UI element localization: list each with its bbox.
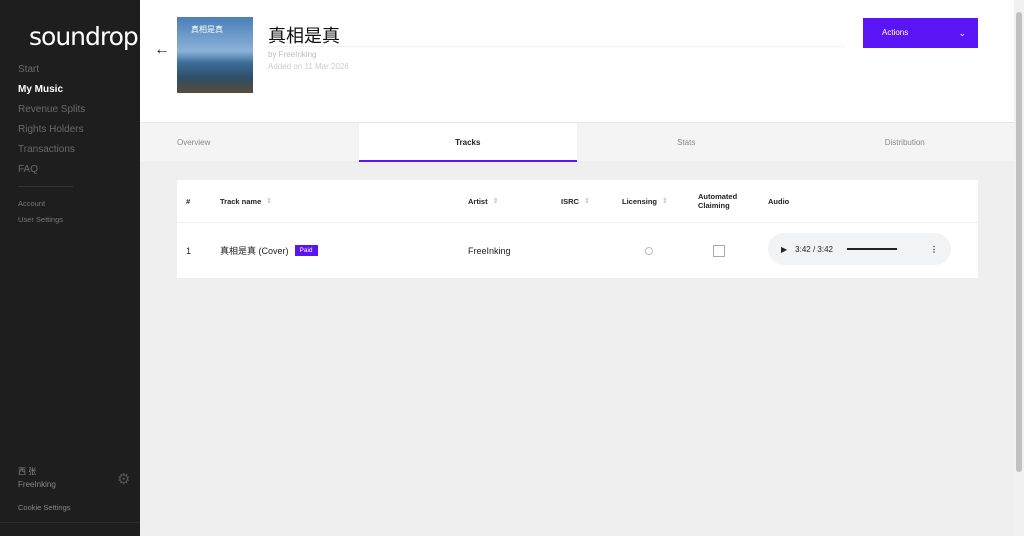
scrollbar[interactable]: [1014, 0, 1024, 536]
tab-tracks[interactable]: Tracks: [358, 123, 577, 162]
tab-overview[interactable]: Overview: [140, 123, 359, 162]
header-label: Licensing: [622, 196, 658, 206]
sort-icon: ⇕: [583, 198, 590, 205]
divider: [18, 186, 73, 187]
sort-icon: ⇕: [266, 198, 273, 205]
status-badge: Paid: [294, 245, 318, 256]
audio-time: 3:42 / 3:42: [795, 244, 833, 254]
header-artist[interactable]: Artist ⇕: [468, 180, 498, 222]
scrollbar-thumb[interactable]: [1016, 12, 1022, 472]
nav-user-settings[interactable]: User Settings: [18, 215, 63, 231]
cookie-settings-link[interactable]: Cookie Settings: [18, 503, 71, 512]
track-name-cell: 真相是真 (Cover) Paid: [220, 223, 318, 278]
header-num: #: [186, 196, 191, 206]
automated-claiming-checkbox[interactable]: [713, 223, 725, 278]
track-number: 1: [186, 245, 192, 256]
sidebar: soundrop Start My Music Revenue Splits R…: [0, 0, 140, 536]
header-label: Artist: [468, 196, 488, 206]
soundrop-logo[interactable]: soundrop: [29, 22, 139, 51]
sub-nav: Account User Settings: [18, 199, 63, 231]
divider: [268, 46, 844, 47]
nav-revenue-splits[interactable]: Revenue Splits: [18, 103, 85, 123]
header-label: ISRC: [561, 196, 579, 206]
main-nav: Start My Music Revenue Splits Rights Hol…: [18, 63, 85, 183]
header-isrc[interactable]: ISRC ⇕: [561, 180, 590, 222]
nav-faq[interactable]: FAQ: [18, 163, 85, 183]
album-cover: 真相是真: [177, 17, 253, 93]
nav-rights-holders[interactable]: Rights Holders: [18, 123, 85, 143]
tab-stats[interactable]: Stats: [577, 123, 796, 162]
sort-icon: ⇕: [662, 198, 668, 205]
header-track-name[interactable]: Track name ⇕: [220, 180, 272, 222]
track-artist: FreeInking: [468, 245, 511, 256]
tab-distribution[interactable]: Distribution: [796, 123, 1015, 162]
gear-icon[interactable]: ⚙: [117, 470, 130, 488]
user-name: 西 张: [18, 467, 37, 476]
header-automated-claiming: Automated Claiming: [698, 192, 738, 210]
more-options-icon[interactable]: ⋮: [930, 245, 938, 254]
release-header: ← 真相是真 真相是真 by FreeInking Added on 11 Ma…: [140, 0, 1014, 122]
nav-transactions[interactable]: Transactions: [18, 143, 85, 163]
track-name[interactable]: 真相是真 (Cover): [220, 244, 289, 257]
nav-account[interactable]: Account: [18, 199, 63, 215]
header-audio: Audio: [768, 196, 790, 206]
audio-player: ▶ 3:42 / 3:42 ⋮: [768, 233, 951, 265]
user-handle: FreeInking: [18, 480, 56, 489]
sort-icon: ⇕: [492, 198, 499, 205]
play-icon[interactable]: ▶: [781, 245, 787, 254]
release-added-date: Added on 11 Mar 2026: [268, 62, 349, 71]
actions-label: Actions: [882, 28, 909, 37]
licensing-radio[interactable]: [645, 223, 653, 278]
tracks-table: # Track name ⇕ Artist ⇕ ISRC ⇕ Licensing ⇕ A…: [177, 180, 978, 278]
back-arrow-icon[interactable]: ←: [154, 41, 170, 59]
divider: [0, 522, 140, 523]
audio-progress-slider[interactable]: [846, 248, 897, 250]
release-artist: by FreeInking: [268, 50, 317, 59]
header-licensing[interactable]: Licensing ⇕: [622, 180, 668, 222]
cover-text: 真相是真: [191, 25, 223, 34]
nav-my-music[interactable]: My Music: [18, 83, 85, 103]
header-label: Track name: [220, 196, 262, 206]
tab-bar: Overview Tracks Stats Distribution: [140, 122, 1015, 162]
actions-button[interactable]: Actions ⌄: [863, 18, 978, 48]
user-info: 西 张 FreeInking: [18, 466, 56, 494]
release-title: 真相是真: [268, 26, 340, 46]
chevron-down-icon: ⌄: [958, 28, 966, 38]
nav-start[interactable]: Start: [18, 63, 85, 83]
